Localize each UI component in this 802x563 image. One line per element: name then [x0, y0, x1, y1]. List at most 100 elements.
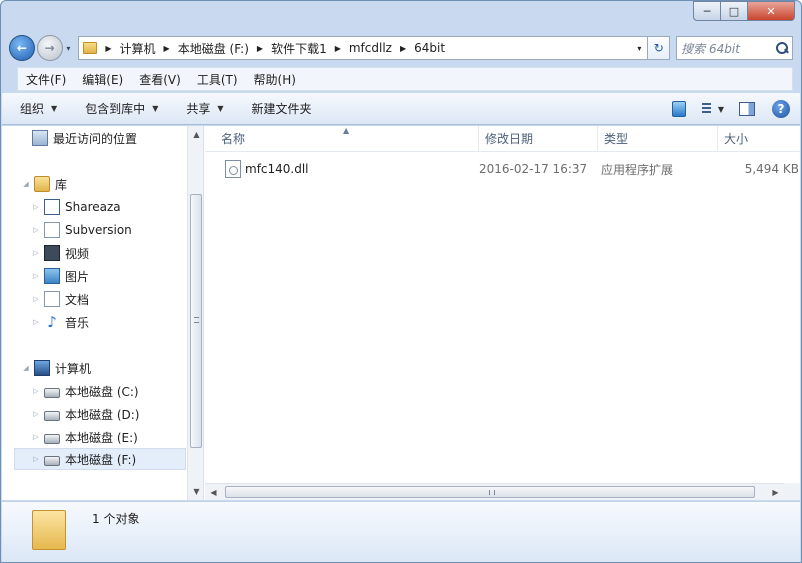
include-in-library-label: 包含到库中: [85, 102, 146, 116]
view-options-button[interactable]: ▼: [702, 98, 724, 120]
minimize-button[interactable]: ─: [693, 1, 721, 21]
column-name[interactable]: 名称 ▲: [205, 125, 479, 152]
menu-tools[interactable]: 工具(T): [189, 71, 246, 88]
sidebar-item-recent[interactable]: ▷ 最近访问的位置: [2, 127, 187, 149]
column-date-label: 修改日期: [485, 132, 534, 146]
breadcrumb-item[interactable]: ▶ 64bit: [392, 41, 445, 55]
sidebar-item-label: 本地磁盘 (D:): [65, 407, 140, 422]
file-type: 应用程序扩展: [601, 162, 674, 177]
horizontal-scroll-thumb[interactable]: [225, 486, 755, 498]
drive-icon: [44, 410, 60, 421]
sidebar-item-pictures[interactable]: ▷ 图片: [2, 265, 187, 287]
scroll-up-icon[interactable]: ▲: [188, 126, 203, 143]
maximize-button[interactable]: □: [721, 1, 748, 21]
share-label: 共享: [186, 102, 211, 116]
breadcrumb-label: 软件下载1: [271, 41, 327, 56]
menu-help[interactable]: 帮助(H): [246, 71, 304, 88]
caption-buttons: ─ □ ✕: [693, 1, 795, 21]
expand-icon[interactable]: ▷: [32, 272, 40, 280]
scroll-left-icon[interactable]: ◀: [205, 484, 222, 501]
scroll-right-icon[interactable]: ▶: [767, 484, 784, 501]
breadcrumb-item[interactable]: ▶ 本地磁盘 (F:): [156, 40, 249, 57]
expand-icon[interactable]: ▷: [32, 410, 40, 418]
drive-icon: [44, 455, 60, 466]
sidebar-item-videos[interactable]: ▷ 视频: [2, 242, 187, 264]
expand-icon[interactable]: ▷: [32, 455, 40, 463]
sidebar-item-drive-f[interactable]: ▷ 本地磁盘 (F:): [14, 448, 186, 470]
expand-icon[interactable]: ▷: [32, 295, 40, 303]
search-icon[interactable]: [776, 42, 789, 54]
drive-icon: [44, 433, 60, 444]
search-placeholder: 搜索 64bit: [681, 41, 740, 56]
sidebar-item-computer[interactable]: ◢ 计算机: [2, 357, 187, 379]
forward-button[interactable]: →: [36, 35, 63, 61]
sidebar-item-drive-e[interactable]: ▷ 本地磁盘 (E:): [2, 426, 187, 448]
menu-edit[interactable]: 编辑(E): [74, 71, 131, 88]
details-pane: 1 个对象: [2, 501, 800, 562]
sidebar-item-shareaza[interactable]: ▷ Shareaza: [2, 196, 187, 218]
sidebar-item-libraries[interactable]: ◢ 库: [2, 173, 187, 195]
help-button[interactable]: ?: [770, 98, 792, 120]
column-date[interactable]: 修改日期: [479, 125, 598, 152]
sidebar-item-label: Shareaza: [65, 200, 121, 214]
column-type[interactable]: 类型: [598, 125, 718, 152]
expand-icon[interactable]: ▷: [32, 249, 40, 257]
breadcrumb-item[interactable]: ▶ mfcdllz: [327, 41, 392, 55]
computer-icon: [34, 360, 50, 376]
sidebar-item-subversion[interactable]: ▷ Subversion: [2, 219, 187, 241]
address-bar[interactable]: ▶ 计算机 ▶ 本地磁盘 (F:) ▶ 软件下载1 ▶ mfcdllz ▶ 64bit ▾: [78, 36, 649, 60]
explorer-window: ─ □ ✕ ← → ▾ ▶ 计算机 ▶ 本地磁盘 (F:) ▶ 软件下载1 ▶ mfcd…: [0, 0, 802, 563]
share-button[interactable]: 共享 ▼: [186, 100, 223, 117]
sort-ascending-icon: ▲: [343, 125, 350, 135]
breadcrumb-item[interactable]: ▶ 计算机: [97, 40, 155, 57]
preview-pane-button[interactable]: [736, 98, 758, 120]
column-size[interactable]: 大小: [718, 126, 798, 152]
file-size: 5,494 KB: [744, 162, 799, 176]
expand-icon[interactable]: ▷: [32, 433, 40, 441]
recent-pages-dropdown[interactable]: ▾: [63, 44, 75, 53]
navigation-pane: ▷ 最近访问的位置 ◢ 库 ▷ Shareaza ▷ Subversion ▷: [2, 126, 204, 500]
sidebar-item-drive-d[interactable]: ▷ 本地磁盘 (D:): [2, 403, 187, 425]
new-folder-button[interactable]: 新建文件夹: [252, 100, 312, 117]
close-button[interactable]: ✕: [748, 1, 795, 21]
sidebar-item-drive-c[interactable]: ▷ 本地磁盘 (C:): [2, 380, 187, 402]
sidebar-item-label: 图片: [65, 269, 90, 284]
documents-icon: [44, 291, 60, 307]
chevron-right-icon: ▶: [399, 43, 407, 53]
address-history-dropdown[interactable]: ▾: [631, 44, 647, 53]
scroll-down-icon[interactable]: ▼: [188, 483, 203, 500]
breadcrumb-label: 64bit: [414, 41, 446, 55]
pictures-icon: [44, 268, 60, 284]
expand-icon[interactable]: ▷: [32, 387, 40, 395]
menu-view[interactable]: 查看(V): [131, 71, 189, 88]
expand-icon[interactable]: ▷: [32, 318, 40, 326]
expand-icon[interactable]: ▷: [32, 226, 40, 234]
chevron-right-icon: ▶: [105, 43, 112, 53]
search-box[interactable]: 搜索 64bit: [676, 36, 794, 60]
change-view-button[interactable]: [668, 98, 690, 120]
sidebar-item-label: 本地磁盘 (F:): [65, 452, 137, 467]
shareaza-icon: [44, 199, 60, 215]
breadcrumb-item[interactable]: ▶ 软件下载1: [249, 40, 327, 57]
collapse-icon[interactable]: ◢: [22, 180, 30, 188]
column-header: 名称 ▲ 修改日期 类型 大小: [205, 125, 800, 152]
sidebar-item-documents[interactable]: ▷ 文档: [2, 288, 187, 310]
chevron-down-icon: ▼: [152, 104, 159, 113]
refresh-button[interactable]: ↻: [648, 36, 671, 60]
scroll-thumb[interactable]: [190, 194, 202, 448]
sidebar-item-music[interactable]: ▷ ♪ 音乐: [2, 311, 187, 333]
music-icon: ♪: [47, 313, 57, 331]
organize-button[interactable]: 组织 ▼: [20, 100, 57, 117]
scrollbar-corner: [784, 483, 800, 500]
nav-scrollbar[interactable]: ▲ ▼: [187, 126, 203, 500]
include-in-library-button[interactable]: 包含到库中 ▼: [85, 100, 158, 117]
menu-file[interactable]: 文件(F): [18, 71, 74, 88]
expand-icon[interactable]: ▷: [32, 203, 40, 211]
horizontal-scrollbar[interactable]: ◀ ▶: [205, 483, 784, 500]
collapse-icon[interactable]: ◢: [22, 364, 30, 372]
forward-arrow-icon: →: [44, 41, 55, 55]
back-button[interactable]: ←: [9, 35, 35, 61]
file-row[interactable]: mfc140.dll 2016-02-17 16:37 应用程序扩展 5,494…: [205, 156, 801, 182]
breadcrumb-label: 本地磁盘 (F:): [177, 41, 249, 56]
chevron-right-icon: ▶: [256, 43, 264, 53]
